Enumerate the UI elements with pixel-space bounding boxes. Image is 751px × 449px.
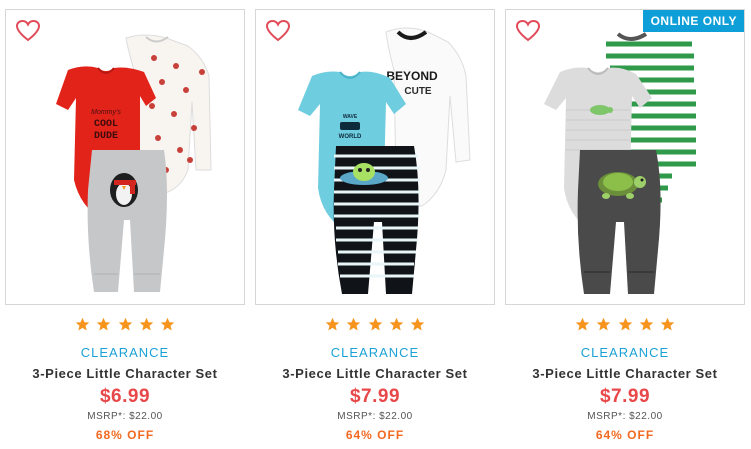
star-icon <box>596 317 611 331</box>
discount-label: 64% OFF <box>595 428 655 442</box>
star-icon <box>75 317 89 331</box>
discount-label: 64% OFF <box>345 428 405 442</box>
sale-price: $7.99 <box>599 386 651 407</box>
product-image[interactable]: BEYOND CUTE WAVE WORLD <box>255 9 495 305</box>
star-icon <box>368 317 382 331</box>
product-image[interactable]: Mommy's COOL DUDE <box>5 9 245 305</box>
discount-label: 68% OFF <box>95 428 155 442</box>
msrp-price: MSRP*: $22.00 <box>87 411 163 422</box>
star-icon <box>575 317 589 331</box>
shirt-text-line: COOL <box>94 119 118 130</box>
clearance-tag: CLEARANCE <box>330 345 420 360</box>
star-icon <box>639 317 654 331</box>
wishlist-heart-icon[interactable] <box>265 19 291 43</box>
star-icon <box>661 317 675 331</box>
wishlist-heart-icon[interactable] <box>15 19 41 43</box>
product-illustration <box>544 28 698 294</box>
msrp-price: MSRP*: $22.00 <box>337 411 413 422</box>
star-icon <box>618 317 632 331</box>
sale-price: $7.99 <box>349 386 401 407</box>
star-icon <box>325 317 339 331</box>
product-card[interactable]: Mommy's COOL DUDE CLEARANCE 3-Piece Litt… <box>5 9 245 449</box>
star-icon <box>411 317 425 331</box>
product-name-link[interactable]: 3-Piece Little Character Set <box>5 366 245 381</box>
shirt-text-line: BEYOND <box>386 69 438 83</box>
product-card[interactable]: BEYOND CUTE WAVE WORLD CLEARANCE 3-Piece… <box>255 9 495 449</box>
online-only-badge: ONLINE ONLY <box>642 10 744 32</box>
shirt-text-line: Mommy's <box>91 109 121 116</box>
product-illustration: BEYOND CUTE WAVE WORLD <box>298 27 471 294</box>
star-icon <box>389 317 404 331</box>
shirt-text-line: DUDE <box>94 131 118 142</box>
product-name-link[interactable]: 3-Piece Little Character Set <box>505 366 745 381</box>
star-rating <box>255 317 495 337</box>
product-illustration: Mommy's COOL DUDE <box>56 34 212 292</box>
msrp-price: MSRP*: $22.00 <box>587 411 663 422</box>
product-card[interactable]: ONLINE ONLY CLEARANCE 3-Piece Little Cha… <box>505 9 745 449</box>
clearance-tag: CLEARANCE <box>80 345 170 360</box>
sale-price: $6.99 <box>99 386 151 407</box>
product-image[interactable]: ONLINE ONLY <box>505 9 745 305</box>
svg-text:WAVE: WAVE <box>343 114 358 120</box>
star-icon <box>118 317 132 331</box>
star-icon <box>346 317 361 331</box>
wishlist-heart-icon[interactable] <box>515 19 541 43</box>
clearance-tag: CLEARANCE <box>580 345 670 360</box>
star-rating <box>5 317 245 337</box>
star-icon <box>161 317 175 331</box>
star-rating <box>505 317 745 337</box>
star-icon <box>139 317 154 331</box>
product-name-link[interactable]: 3-Piece Little Character Set <box>255 366 495 381</box>
shirt-text-line: CUTE <box>404 86 432 97</box>
star-icon <box>96 317 111 331</box>
shirt-text-line: WORLD <box>339 134 362 140</box>
